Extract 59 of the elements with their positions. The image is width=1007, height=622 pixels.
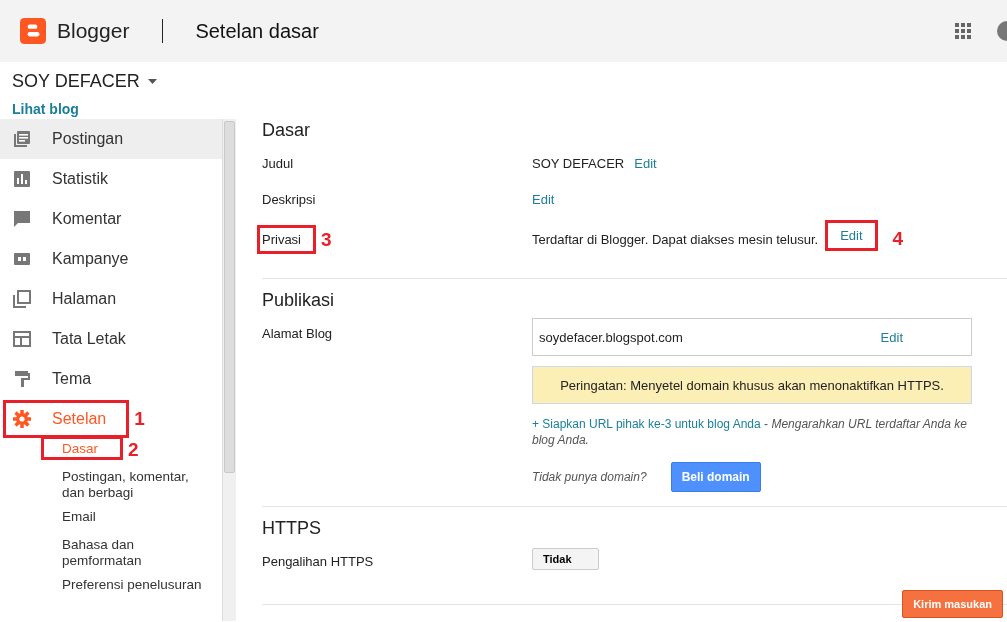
annotation-number: 4 xyxy=(892,228,904,250)
pages-icon xyxy=(12,289,32,309)
setting-label: Judul xyxy=(262,156,294,171)
section-title: Publikasi xyxy=(262,289,336,312)
setting-label: Alamat Blog xyxy=(262,326,333,341)
edit-link[interactable]: Edit xyxy=(880,329,903,345)
domain-prompt: Tidak punya domain? xyxy=(532,470,647,484)
edit-link[interactable]: Edit xyxy=(532,192,555,207)
stats-icon xyxy=(12,169,32,189)
sub-nav-item[interactable]: Postingan, komentar, dan berbagi xyxy=(62,469,212,501)
sub-nav-item[interactable]: Email xyxy=(62,509,96,525)
nav-label: Setelan xyxy=(52,410,107,428)
nav-item[interactable]: Postingan xyxy=(0,119,222,159)
setting-value: Terdaftar di Blogger. Dapat diakses mesin telusur. xyxy=(532,231,819,247)
sub-nav-item[interactable]: Bahasa dan pemformatan xyxy=(62,537,212,569)
nav-label: Komentar xyxy=(52,210,122,228)
theme-icon xyxy=(12,369,32,389)
setting-label: Deskripsi xyxy=(262,192,316,207)
setting-label: Pengalihan HTTPS xyxy=(262,554,374,569)
avatar[interactable] xyxy=(997,21,1007,41)
warning-banner: Peringatan: Menyetel domain khusus akan menonaktifkan HTTPS. xyxy=(532,366,972,404)
blogger-logo-icon xyxy=(20,18,46,44)
setting-value: SOY DEFACER xyxy=(532,156,625,171)
edit-link[interactable]: Edit xyxy=(634,156,657,171)
section-title: Dasar xyxy=(262,119,311,142)
nav-label: Tema xyxy=(52,370,92,388)
edit-link[interactable]: Edit xyxy=(828,222,875,248)
page-title: Setelan dasar xyxy=(195,19,319,43)
layout-icon xyxy=(12,329,32,349)
nav-label: Tata Letak xyxy=(52,330,126,348)
setup-url-link[interactable]: + Siapkan URL pihak ke-3 untuk blog Anda xyxy=(532,417,761,431)
nav-item[interactable]: Tema xyxy=(0,359,222,399)
nav-label: Statistik xyxy=(52,170,108,188)
view-blog-link[interactable]: Lihat blog xyxy=(0,94,240,115)
posts-icon xyxy=(12,129,32,149)
nav-label: Postingan xyxy=(52,130,124,148)
nav-item[interactable]: Halaman xyxy=(0,279,222,319)
nav-item[interactable]: Tata Letak xyxy=(0,319,222,359)
brand-name: Blogger xyxy=(57,19,130,43)
scrollbar[interactable] xyxy=(222,119,236,621)
annotation-number: 2 xyxy=(128,439,139,461)
section-title: HTTPS xyxy=(262,517,322,540)
nav-label: Halaman xyxy=(52,290,117,308)
redirect-dropdown[interactable]: Tidak xyxy=(532,548,599,570)
blog-selector[interactable]: SOY DEFACER xyxy=(12,70,140,92)
blog-address: soydefacer.blogspot.com xyxy=(539,329,683,345)
caret-icon[interactable] xyxy=(147,78,157,84)
apps-grid-icon[interactable] xyxy=(955,23,971,39)
annotation-number: 3 xyxy=(321,228,332,251)
annotation-number: 1 xyxy=(134,408,145,430)
nav-item[interactable]: Statistik xyxy=(0,159,222,199)
nav-label: Kampanye xyxy=(52,250,129,268)
sub-nav-item[interactable]: Preferensi penelusuran xyxy=(62,577,202,593)
comments-icon xyxy=(12,209,32,229)
nav-item[interactable]: Komentar xyxy=(0,199,222,239)
setup-url-text: + Siapkan URL pihak ke-3 untuk blog Anda - Mengarahkan URL terdaftar Anda ke blog Anda. xyxy=(532,416,968,448)
settings-icon xyxy=(12,409,32,429)
setting-label: Privasi xyxy=(260,228,313,251)
nav-item[interactable]: Kampanye xyxy=(0,239,222,279)
